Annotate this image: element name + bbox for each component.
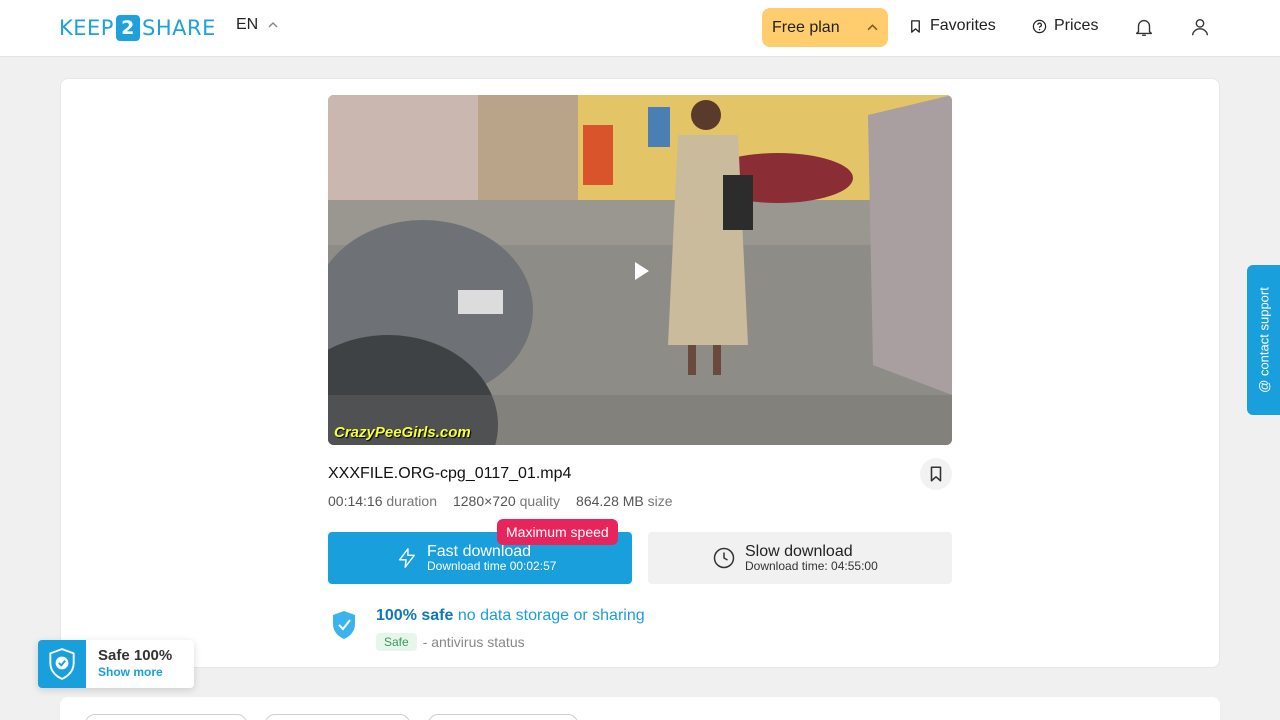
antivirus-status: Safe - antivirus status bbox=[376, 633, 525, 651]
notifications-button[interactable] bbox=[1131, 14, 1157, 40]
video-preview[interactable]: CrazyPeeGirls.com bbox=[328, 95, 952, 445]
slow-download-button[interactable]: Slow download Download time: 04:55:00 bbox=[648, 532, 952, 584]
shield-check-icon bbox=[333, 611, 355, 639]
bell-icon bbox=[1135, 19, 1153, 36]
prices-link[interactable]: Prices bbox=[1032, 17, 1098, 35]
details-tab[interactable] bbox=[428, 714, 578, 720]
free-plan-label: Free plan bbox=[772, 18, 840, 36]
antivirus-status-label: - antivirus status bbox=[422, 634, 525, 650]
contact-support-label: @ contact support bbox=[1256, 287, 1271, 393]
duration: 00:14:16 duration bbox=[328, 493, 437, 509]
top-header: KEEP 2 SHARE EN Free plan Favorites Prices bbox=[0, 0, 1280, 57]
chevron-up-icon bbox=[867, 24, 878, 31]
question-circle-icon bbox=[1032, 19, 1047, 33]
shield-check-icon bbox=[49, 648, 75, 680]
favorites-link[interactable]: Favorites bbox=[908, 17, 996, 35]
account-button[interactable] bbox=[1187, 14, 1213, 40]
user-icon bbox=[1191, 18, 1209, 36]
safe-status-badge: Safe bbox=[376, 633, 417, 651]
free-plan-button[interactable]: Free plan bbox=[762, 8, 888, 47]
maximum-speed-badge: Maximum speed bbox=[497, 519, 618, 545]
play-icon bbox=[635, 262, 649, 280]
fast-download-title: Fast download bbox=[427, 542, 532, 560]
bookmark-icon bbox=[930, 466, 942, 482]
details-tab[interactable] bbox=[85, 714, 247, 720]
bookmark-icon bbox=[911, 19, 920, 33]
language-label: EN bbox=[236, 16, 259, 33]
details-card bbox=[60, 697, 1220, 720]
language-selector[interactable]: EN bbox=[236, 16, 278, 34]
slow-download-time: Download time: 04:55:00 bbox=[745, 559, 878, 574]
quality: 1280×720 quality bbox=[452, 493, 561, 509]
safety-headline: 100% safe no data storage or sharing bbox=[376, 607, 645, 624]
fast-download-time: Download time 00:02:57 bbox=[427, 559, 557, 574]
safe-widget[interactable]: Safe 100% Show more bbox=[38, 640, 194, 688]
add-to-favorites-button[interactable] bbox=[920, 458, 952, 490]
prices-label: Prices bbox=[1054, 17, 1099, 34]
safe-widget-title: Safe 100% bbox=[98, 647, 173, 664]
contact-support-tab[interactable]: @ contact support bbox=[1247, 265, 1280, 415]
chevron-up-icon bbox=[268, 22, 278, 28]
details-tab[interactable] bbox=[265, 714, 410, 720]
show-more-link[interactable]: Show more bbox=[98, 665, 172, 679]
file-name: XXXFILE.ORG-cpg_0117_01.mp4 bbox=[328, 465, 572, 482]
file-size: 864.28 MB size bbox=[576, 493, 673, 509]
video-watermark: CrazyPeeGirls.com bbox=[334, 424, 471, 441]
clock-icon bbox=[713, 547, 735, 569]
slow-download-title: Slow download bbox=[745, 542, 853, 560]
keep2share-logo[interactable]: KEEP 2 SHARE bbox=[59, 14, 216, 42]
lightning-icon bbox=[398, 548, 416, 568]
file-meta: 00:14:16 duration 1280×720 quality 864.2… bbox=[328, 493, 673, 509]
favorites-label: Favorites bbox=[930, 17, 996, 34]
